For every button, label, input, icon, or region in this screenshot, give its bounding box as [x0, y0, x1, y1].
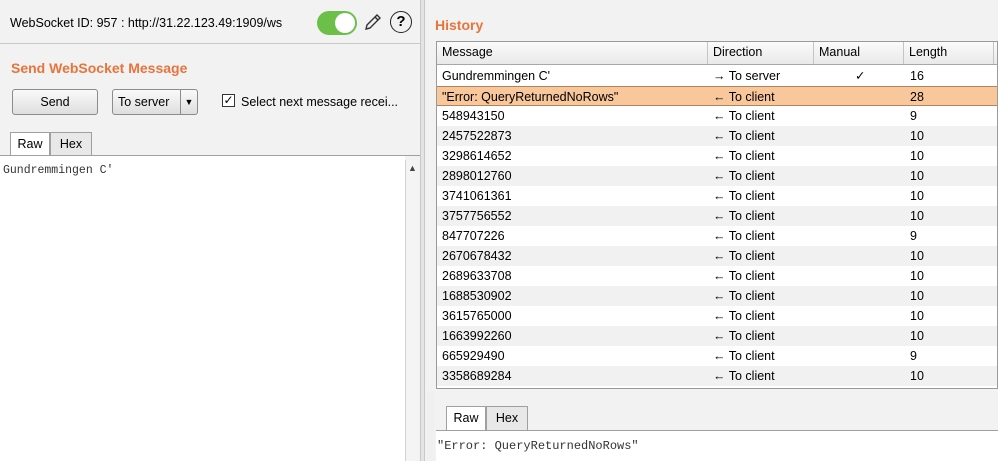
table-row[interactable]: 2689633708 ← To client 10	[437, 266, 997, 286]
cell-length: 10	[910, 289, 924, 303]
cell-message: Gundremmingen C'	[442, 69, 550, 83]
cell-message: 665929490	[442, 349, 505, 363]
table-row[interactable]: 665929490 ← To client 9	[437, 346, 997, 366]
table-row[interactable]: 2670678432 ← To client 10	[437, 246, 997, 266]
cell-direction: ← To client	[713, 349, 775, 363]
table-row[interactable]: 1688530902 ← To client 10	[437, 286, 997, 306]
cell-manual: ✓	[855, 69, 866, 83]
table-row[interactable]: 2898012760 ← To client 10	[437, 166, 997, 186]
cell-length: 10	[910, 249, 924, 263]
cell-message: 2689633708	[442, 269, 512, 283]
direction-select[interactable]: To server ▼	[112, 89, 198, 115]
history-divider-handle[interactable]	[427, 391, 435, 461]
cell-length: 10	[910, 209, 924, 223]
table-row[interactable]: 3298614652 ← To client 10	[437, 146, 997, 166]
send-section-title: Send WebSocket Message	[11, 60, 188, 76]
tab-hex-send[interactable]: Hex	[50, 132, 92, 156]
cell-length: 10	[910, 169, 924, 183]
column-header-message[interactable]: Message	[437, 42, 708, 64]
cell-message: 1688530902	[442, 289, 512, 303]
cell-message: 3615765000	[442, 309, 512, 323]
cell-length: 10	[910, 369, 924, 383]
cell-direction: ← To client	[713, 189, 775, 203]
cell-direction: ← To client	[713, 90, 775, 104]
scroll-up-icon[interactable]: ▲	[408, 163, 417, 173]
cell-message: "Error: QueryReturnedNoRows"	[442, 90, 619, 104]
cell-length: 28	[910, 90, 924, 104]
split-divider[interactable]	[420, 0, 425, 461]
cell-direction: ← To client	[713, 109, 775, 123]
history-table: Message Direction Manual Length Gundremm…	[436, 41, 998, 389]
cell-message: 1663992260	[442, 329, 512, 343]
cell-length: 10	[910, 329, 924, 343]
message-detail-text: "Error: QueryReturnedNoRows"	[437, 439, 639, 453]
cell-length: 10	[910, 269, 924, 283]
cell-message: 3757756552	[442, 209, 512, 223]
cell-length: 9	[910, 349, 917, 363]
cell-length: 9	[910, 229, 917, 243]
cell-message: 548943150	[442, 109, 505, 123]
table-row[interactable]: 3358689284 ← To client 10	[437, 366, 997, 386]
cell-length: 16	[910, 69, 924, 83]
column-header-manual[interactable]: Manual	[814, 42, 904, 64]
cell-direction: ← To client	[713, 369, 775, 383]
cell-direction: ← To client	[713, 129, 775, 143]
chevron-down-icon: ▼	[180, 90, 197, 114]
cell-direction: ← To client	[713, 289, 775, 303]
cell-direction: ← To client	[713, 229, 775, 243]
websocket-id-label: WebSocket ID: 957 : http://31.22.123.49:…	[10, 16, 283, 30]
cell-direction: ← To client	[713, 169, 775, 183]
column-header-length[interactable]: Length	[904, 42, 994, 64]
header-separator	[0, 43, 420, 44]
cell-direction: ← To client	[713, 209, 775, 223]
table-row[interactable]: 3741061361 ← To client 10	[437, 186, 997, 206]
cell-message: 2670678432	[442, 249, 512, 263]
tab-raw-detail[interactable]: Raw	[446, 406, 486, 431]
history-table-header: Message Direction Manual Length	[437, 42, 997, 65]
cell-message: 3741061361	[442, 189, 512, 203]
table-row[interactable]: 1663992260 ← To client 10	[437, 326, 997, 346]
column-header-direction[interactable]: Direction	[708, 42, 814, 64]
cell-length: 9	[910, 109, 917, 123]
cell-message: 2457522873	[442, 129, 512, 143]
message-editor[interactable]	[0, 156, 405, 461]
cell-message: 3298614652	[442, 149, 512, 163]
table-row[interactable]: 3615765000 ← To client 10	[437, 306, 997, 326]
table-row[interactable]: Gundremmingen C' → To server ✓ 16	[437, 66, 997, 86]
editor-scrollbar[interactable]: ▲	[405, 160, 419, 461]
cell-direction: ← To client	[713, 149, 775, 163]
table-row[interactable]: 2457522873 ← To client 10	[437, 126, 997, 146]
cell-direction: → To server	[713, 69, 781, 83]
cell-direction: ← To client	[713, 269, 775, 283]
cell-message: 3358689284	[442, 369, 512, 383]
history-title: History	[435, 17, 484, 33]
message-editor-text: Gundremmingen C'	[3, 164, 114, 177]
table-row[interactable]: 3757756552 ← To client 10	[437, 206, 997, 226]
cell-message: 2898012760	[442, 169, 512, 183]
pencil-icon[interactable]	[362, 11, 384, 33]
select-next-checkbox[interactable]: ✓	[222, 94, 235, 107]
cell-direction: ← To client	[713, 329, 775, 343]
help-icon[interactable]: ?	[390, 11, 412, 33]
cell-direction: ← To client	[713, 249, 775, 263]
cell-message: 847707226	[442, 229, 505, 243]
direction-select-value: To server	[118, 95, 170, 109]
table-row[interactable]: "Error: QueryReturnedNoRows" ← To client 2…	[437, 86, 997, 106]
table-row[interactable]: 847707226 ← To client 9	[437, 226, 997, 246]
cell-length: 10	[910, 189, 924, 203]
select-next-label: Select next message recei...	[241, 95, 399, 109]
cell-length: 10	[910, 149, 924, 163]
table-row[interactable]: 548943150 ← To client 9	[437, 106, 997, 126]
cell-direction: ← To client	[713, 309, 775, 323]
cell-length: 10	[910, 309, 924, 323]
tab-raw-send[interactable]: Raw	[10, 132, 50, 156]
send-button[interactable]: Send	[12, 89, 98, 115]
toggle-on-icon[interactable]	[317, 11, 357, 35]
cell-length: 10	[910, 129, 924, 143]
tab-hex-detail[interactable]: Hex	[486, 406, 528, 431]
